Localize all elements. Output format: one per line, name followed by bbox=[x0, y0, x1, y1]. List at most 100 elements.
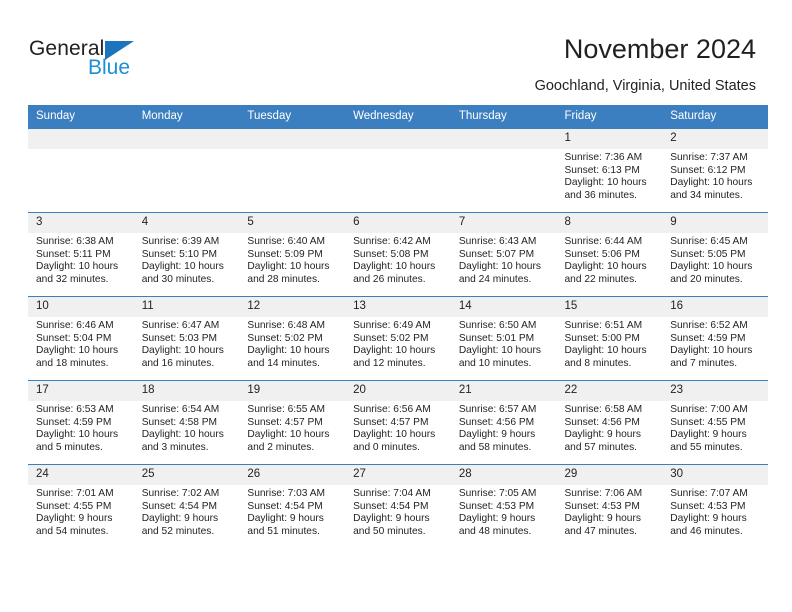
day-sun-info: Sunrise: 7:07 AM Sunset: 4:53 PM Daylight:… bbox=[662, 485, 768, 538]
day-cell-inner bbox=[345, 129, 451, 212]
day-cell-inner: 16 Sunrise: 6:52 AM Sunset: 4:59 PM Dayligh… bbox=[662, 297, 768, 380]
day-number: 2 bbox=[662, 129, 768, 149]
sunset-text: Sunset: 5:07 PM bbox=[458, 248, 535, 260]
calendar-day-cell[interactable]: 3 Sunrise: 6:38 AM Sunset: 5:11 PM Daylight… bbox=[28, 212, 134, 297]
day-cell-inner bbox=[450, 129, 557, 212]
sunset-text: Sunset: 5:08 PM bbox=[353, 248, 429, 260]
day-cell-inner: 13 Sunrise: 6:49 AM Sunset: 5:02 PM Dayligh… bbox=[345, 297, 451, 380]
sunrise-text: Sunrise: 7:06 AM bbox=[564, 488, 643, 499]
calendar-day-cell[interactable]: 25 Sunrise: 7:02 AM Sunset: 4:54 PM Dayligh… bbox=[133, 464, 240, 549]
calendar-day-cell[interactable]: 27 Sunrise: 7:04 AM Sunset: 4:54 PM Dayligh… bbox=[345, 464, 451, 549]
calendar-day-cell[interactable]: 12 Sunrise: 6:48 AM Sunset: 5:02 PM Dayligh… bbox=[239, 296, 346, 381]
day-sun-info: Sunrise: 6:38 AM Sunset: 5:11 PM Daylight:… bbox=[28, 233, 134, 286]
daylight-text: Daylight: 9 hours and 52 minutes. bbox=[141, 513, 219, 537]
calendar-day-cell[interactable]: 18 Sunrise: 6:54 AM Sunset: 4:58 PM Dayligh… bbox=[133, 380, 240, 465]
calendar-week-row: 10 Sunrise: 6:46 AM Sunset: 5:04 PM Dayligh… bbox=[28, 296, 768, 381]
calendar-day-cell[interactable]: 11 Sunrise: 6:47 AM Sunset: 5:03 PM Dayligh… bbox=[133, 296, 240, 381]
day-number: 9 bbox=[662, 213, 768, 233]
day-cell-inner: 7 Sunrise: 6:43 AM Sunset: 5:07 PM Daylight… bbox=[450, 213, 557, 296]
day-number: 10 bbox=[28, 297, 134, 317]
day-number: 25 bbox=[133, 465, 240, 485]
calendar-week-row: 17 Sunrise: 6:53 AM Sunset: 4:59 PM Dayligh… bbox=[28, 380, 768, 465]
calendar-body: 1 Sunrise: 7:36 AM Sunset: 6:13 PM Daylight… bbox=[28, 128, 768, 549]
calendar-day-cell[interactable]: 19 Sunrise: 6:55 AM Sunset: 4:57 PM Dayligh… bbox=[239, 380, 346, 465]
calendar-day-cell[interactable]: 29 Sunrise: 7:06 AM Sunset: 4:53 PM Dayligh… bbox=[556, 464, 663, 549]
calendar-day-cell-empty bbox=[28, 128, 134, 213]
daylight-text: Daylight: 9 hours and 54 minutes. bbox=[36, 513, 113, 537]
daylight-text: Daylight: 10 hours and 22 minutes. bbox=[564, 261, 647, 285]
calendar-day-cell[interactable]: 28 Sunrise: 7:05 AM Sunset: 4:53 PM Dayligh… bbox=[450, 464, 557, 549]
daylight-text: Daylight: 9 hours and 47 minutes. bbox=[564, 513, 641, 537]
weekday-header-sunday: Sunday bbox=[28, 105, 134, 129]
calendar-day-cell[interactable]: 20 Sunrise: 6:56 AM Sunset: 4:57 PM Dayligh… bbox=[345, 380, 451, 465]
calendar-day-cell[interactable]: 24 Sunrise: 7:01 AM Sunset: 4:55 PM Dayligh… bbox=[28, 464, 134, 549]
calendar-day-cell[interactable]: 17 Sunrise: 6:53 AM Sunset: 4:59 PM Dayligh… bbox=[28, 380, 134, 465]
sunset-text: Sunset: 4:59 PM bbox=[670, 332, 746, 344]
day-number: 4 bbox=[133, 213, 240, 233]
daylight-text: Daylight: 10 hours and 30 minutes. bbox=[141, 261, 224, 285]
day-number: 22 bbox=[556, 381, 663, 401]
calendar-day-cell[interactable]: 10 Sunrise: 6:46 AM Sunset: 5:04 PM Dayligh… bbox=[28, 296, 134, 381]
calendar-day-cell[interactable]: 2 Sunrise: 7:37 AM Sunset: 6:12 PM Daylight… bbox=[662, 128, 768, 213]
sunset-text: Sunset: 5:00 PM bbox=[564, 332, 640, 344]
calendar-day-cell[interactable]: 8 Sunrise: 6:44 AM Sunset: 5:06 PM Daylight… bbox=[556, 212, 663, 297]
sunrise-text: Sunrise: 6:43 AM bbox=[458, 236, 537, 247]
daylight-text: Daylight: 10 hours and 34 minutes. bbox=[670, 177, 753, 201]
day-number bbox=[28, 129, 134, 149]
calendar-day-cell-empty bbox=[450, 128, 557, 213]
day-cell-inner: 25 Sunrise: 7:02 AM Sunset: 4:54 PM Dayligh… bbox=[133, 465, 240, 549]
day-cell-inner: 5 Sunrise: 6:40 AM Sunset: 5:09 PM Daylight… bbox=[239, 213, 346, 296]
calendar-day-cell[interactable]: 5 Sunrise: 6:40 AM Sunset: 5:09 PM Daylight… bbox=[239, 212, 346, 297]
day-number: 17 bbox=[28, 381, 134, 401]
day-number: 28 bbox=[450, 465, 557, 485]
sunrise-text: Sunrise: 6:44 AM bbox=[564, 236, 643, 247]
daylight-text: Daylight: 10 hours and 18 minutes. bbox=[36, 345, 119, 369]
calendar-day-cell[interactable]: 23 Sunrise: 7:00 AM Sunset: 4:55 PM Dayligh… bbox=[662, 380, 768, 465]
calendar-day-cell[interactable]: 22 Sunrise: 6:58 AM Sunset: 4:56 PM Dayligh… bbox=[556, 380, 663, 465]
calendar-day-cell[interactable]: 16 Sunrise: 6:52 AM Sunset: 4:59 PM Dayligh… bbox=[662, 296, 768, 381]
sunset-text: Sunset: 5:09 PM bbox=[247, 248, 323, 260]
calendar-day-cell[interactable]: 7 Sunrise: 6:43 AM Sunset: 5:07 PM Daylight… bbox=[450, 212, 557, 297]
sunset-text: Sunset: 4:58 PM bbox=[141, 416, 218, 428]
sunrise-text: Sunrise: 6:45 AM bbox=[670, 236, 748, 247]
day-number bbox=[450, 129, 557, 149]
day-sun-info: Sunrise: 6:49 AM Sunset: 5:02 PM Daylight:… bbox=[345, 317, 451, 370]
day-cell-inner: 29 Sunrise: 7:06 AM Sunset: 4:53 PM Dayligh… bbox=[556, 465, 663, 549]
sunset-text: Sunset: 5:06 PM bbox=[564, 248, 640, 260]
calendar-week-row: 1 Sunrise: 7:36 AM Sunset: 6:13 PM Daylight… bbox=[28, 128, 768, 213]
day-cell-inner: 18 Sunrise: 6:54 AM Sunset: 4:58 PM Dayligh… bbox=[133, 381, 240, 464]
calendar-day-cell[interactable]: 21 Sunrise: 6:57 AM Sunset: 4:56 PM Dayligh… bbox=[450, 380, 557, 465]
calendar-day-cell[interactable]: 4 Sunrise: 6:39 AM Sunset: 5:10 PM Daylight… bbox=[133, 212, 240, 297]
day-cell-inner: 17 Sunrise: 6:53 AM Sunset: 4:59 PM Dayligh… bbox=[28, 381, 134, 464]
calendar-day-cell[interactable]: 30 Sunrise: 7:07 AM Sunset: 4:53 PM Dayligh… bbox=[662, 464, 768, 549]
page-subtitle-location: Goochland, Virginia, United States bbox=[534, 78, 756, 94]
sunset-text: Sunset: 5:04 PM bbox=[36, 332, 112, 344]
day-number: 1 bbox=[556, 129, 663, 149]
general-blue-logo[interactable]: General Blue bbox=[29, 38, 169, 84]
day-number bbox=[133, 129, 240, 149]
daylight-text: Daylight: 10 hours and 32 minutes. bbox=[36, 261, 119, 285]
day-number: 11 bbox=[133, 297, 240, 317]
sunset-text: Sunset: 4:57 PM bbox=[353, 416, 429, 428]
calendar-day-cell[interactable]: 15 Sunrise: 6:51 AM Sunset: 5:00 PM Dayligh… bbox=[556, 296, 663, 381]
day-sun-info: Sunrise: 6:51 AM Sunset: 5:00 PM Daylight:… bbox=[557, 317, 663, 370]
day-number: 29 bbox=[556, 465, 663, 485]
sunrise-text: Sunrise: 6:56 AM bbox=[353, 404, 431, 415]
calendar-day-cell[interactable]: 1 Sunrise: 7:36 AM Sunset: 6:13 PM Daylight… bbox=[556, 128, 663, 213]
sunset-text: Sunset: 5:10 PM bbox=[141, 248, 218, 260]
calendar-day-cell[interactable]: 6 Sunrise: 6:42 AM Sunset: 5:08 PM Daylight… bbox=[345, 212, 451, 297]
sunset-text: Sunset: 4:57 PM bbox=[247, 416, 323, 428]
day-cell-inner: 1 Sunrise: 7:36 AM Sunset: 6:13 PM Daylight… bbox=[556, 129, 663, 212]
day-cell-inner: 19 Sunrise: 6:55 AM Sunset: 4:57 PM Dayligh… bbox=[239, 381, 346, 464]
sunset-text: Sunset: 5:02 PM bbox=[353, 332, 429, 344]
calendar-day-cell[interactable]: 26 Sunrise: 7:03 AM Sunset: 4:54 PM Dayligh… bbox=[239, 464, 346, 549]
calendar-day-cell[interactable]: 9 Sunrise: 6:45 AM Sunset: 5:05 PM Daylight… bbox=[662, 212, 768, 297]
calendar-day-cell[interactable]: 13 Sunrise: 6:49 AM Sunset: 5:02 PM Dayligh… bbox=[345, 296, 451, 381]
day-number: 14 bbox=[450, 297, 557, 317]
calendar-day-cell-empty bbox=[133, 128, 240, 213]
day-number bbox=[239, 129, 346, 149]
daylight-text: Daylight: 10 hours and 26 minutes. bbox=[353, 261, 436, 285]
calendar-day-cell[interactable]: 14 Sunrise: 6:50 AM Sunset: 5:01 PM Dayligh… bbox=[450, 296, 557, 381]
day-sun-info: Sunrise: 6:42 AM Sunset: 5:08 PM Daylight:… bbox=[345, 233, 451, 286]
day-sun-info: Sunrise: 6:44 AM Sunset: 5:06 PM Daylight:… bbox=[557, 233, 663, 286]
